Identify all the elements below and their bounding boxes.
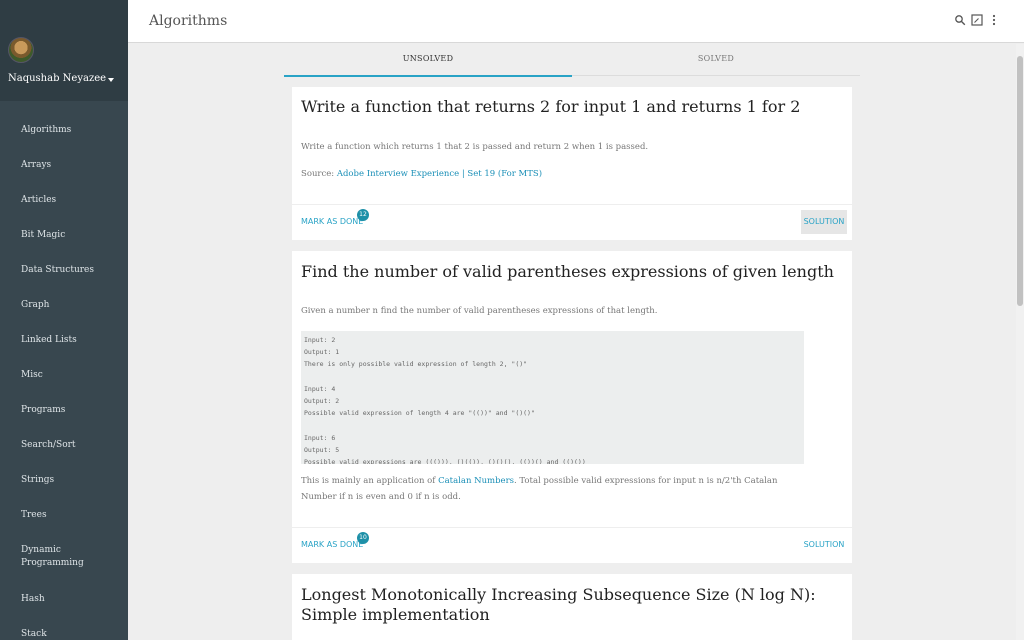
tab-unsolved[interactable]: UNSOLVED	[284, 44, 572, 77]
sidebar-item-dynamic-programming[interactable]: Dynamic Programming	[0, 538, 84, 587]
sidebar-item-trees[interactable]: Trees	[0, 503, 128, 538]
solution-button[interactable]: SOLUTION	[801, 533, 847, 557]
sidebar-item-hash[interactable]: Hash	[0, 587, 128, 622]
problem-card: Write a function that returns 2 for inpu…	[292, 87, 852, 240]
card-title: Write a function that returns 2 for inpu…	[301, 97, 801, 116]
sidebar-item-algorithms[interactable]: Algorithms	[0, 118, 128, 153]
code-example: Input: 2 Output: 1 There is only possibl…	[301, 331, 804, 464]
card-description: Given a number n find the number of vali…	[301, 306, 658, 316]
source-label: Source:	[301, 169, 335, 179]
card-footer: MARK AS DONE 12 SOLUTION	[292, 204, 852, 240]
tab-label: SOLVED	[697, 54, 735, 63]
sidebar-item-misc[interactable]: Misc	[0, 363, 128, 398]
sidebar-item-articles[interactable]: Articles	[0, 188, 128, 223]
solution-button[interactable]: SOLUTION	[801, 210, 847, 234]
sidebar-item-stack[interactable]: Stack	[0, 622, 128, 640]
card-source: Source: Adobe Interview Experience | Set…	[301, 166, 801, 182]
sidebar-item-bit-magic[interactable]: Bit Magic	[0, 223, 128, 258]
profile-name: Naqushab Neyazee	[8, 73, 107, 84]
tab-bar: UNSOLVED SOLVED	[284, 44, 860, 77]
mark-as-done-button[interactable]: MARK AS DONE	[301, 540, 363, 549]
sidebar: Naqushab Neyazee Algorithms Arrays Artic…	[0, 0, 128, 640]
sidebar-item-search-sort[interactable]: Search/Sort	[0, 433, 128, 468]
card-title: Longest Monotonically Increasing Subsequ…	[301, 585, 816, 624]
card-title: Find the number of valid parentheses exp…	[301, 262, 834, 281]
note-text: This is mainly an application of	[301, 476, 439, 486]
scrollbar-thumb[interactable]	[1017, 56, 1023, 306]
top-bar: Algorithms	[128, 0, 1024, 43]
sidebar-nav: Algorithms Arrays Articles Bit Magic Dat…	[0, 118, 128, 640]
tab-indicator	[284, 75, 572, 77]
tab-label: UNSOLVED	[402, 54, 454, 63]
catalan-numbers-link[interactable]: Catalan Numbers	[438, 476, 514, 486]
sidebar-item-data-structures[interactable]: Data Structures	[0, 258, 128, 293]
card-note: This is mainly an application of Catalan…	[301, 473, 801, 505]
card-footer: MARK AS DONE 10 SOLUTION	[292, 527, 852, 563]
page-title: Algorithms	[149, 13, 228, 29]
chevron-down-icon[interactable]	[108, 78, 114, 82]
done-count-badge: 10	[357, 532, 369, 544]
sidebar-item-linked-lists[interactable]: Linked Lists	[0, 328, 128, 363]
search-icon[interactable]	[954, 14, 966, 26]
mark-as-done-label: MARK AS DONE	[301, 540, 364, 549]
more-vert-icon[interactable]	[988, 14, 1000, 26]
fullscreen-icon[interactable]	[971, 14, 983, 26]
sidebar-item-graph[interactable]: Graph	[0, 293, 128, 328]
mark-as-done-label: MARK AS DONE	[301, 217, 364, 226]
source-link[interactable]: Adobe Interview Experience | Set 19 (For…	[337, 169, 542, 179]
tab-solved[interactable]: SOLVED	[572, 44, 860, 76]
sidebar-item-programs[interactable]: Programs	[0, 398, 128, 433]
profile-panel: Naqushab Neyazee	[0, 0, 128, 101]
main-content: UNSOLVED SOLVED Write a function that re…	[128, 44, 1016, 640]
scrollbar[interactable]	[1016, 44, 1024, 640]
problem-card: Find the number of valid parentheses exp…	[292, 251, 852, 563]
done-count-badge: 12	[357, 209, 369, 221]
card-description: Write a function which returns 1 that 2 …	[301, 142, 649, 152]
sidebar-item-arrays[interactable]: Arrays	[0, 153, 128, 188]
problem-card: Longest Monotonically Increasing Subsequ…	[292, 574, 852, 640]
sidebar-item-strings[interactable]: Strings	[0, 468, 128, 503]
mark-as-done-button[interactable]: MARK AS DONE	[301, 217, 363, 226]
avatar[interactable]	[8, 37, 34, 63]
